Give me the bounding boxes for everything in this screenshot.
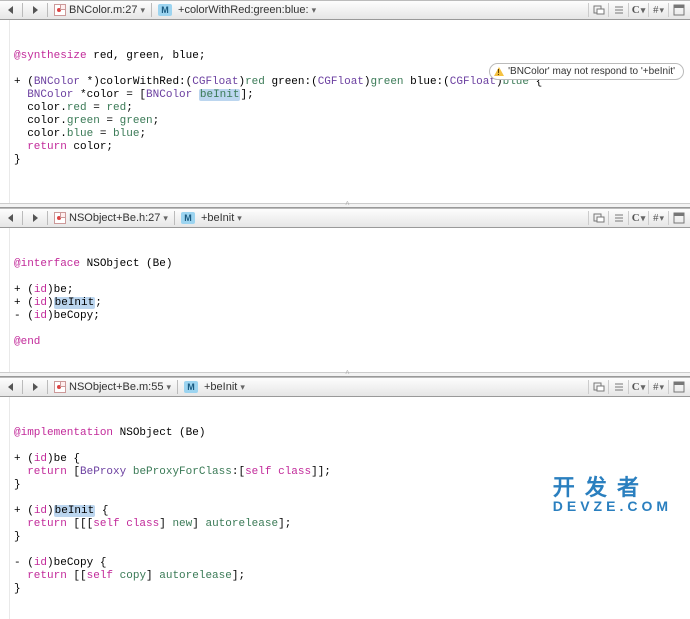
split-button[interactable] — [668, 380, 688, 394]
gutter[interactable] — [0, 228, 10, 372]
file-label: BNColor.m:27 — [69, 4, 137, 16]
warning-text: 'BNColor' may not respond to '+beInit' — [508, 65, 675, 78]
editor-pane-1: BNColor.m:27 ▾ M +colorWithRed:green:blu… — [0, 0, 690, 208]
method-label: +beInit — [201, 212, 234, 224]
objc-m-file-icon — [54, 4, 66, 16]
method-label: +beInit — [204, 381, 237, 393]
counterparts-button[interactable]: C▾ — [628, 3, 648, 17]
issues-button[interactable]: #▾ — [648, 3, 668, 17]
objc-h-file-icon — [54, 212, 66, 224]
objc-m-file-icon — [54, 381, 66, 393]
warning-bubble[interactable]: 'BNColor' may not respond to '+beInit' — [489, 63, 684, 80]
jump-bar: BNColor.m:27 ▾ M +colorWithRed:green:blu… — [0, 0, 690, 20]
code-editor[interactable]: @interface NSObject (Be) + (id)be; + (id… — [0, 228, 690, 372]
previous-issue-button[interactable] — [608, 380, 628, 394]
method-crumb[interactable]: M +beInit ▾ — [182, 381, 247, 393]
editor-pane-3: NSObject+Be.m:55 ▾ M +beInit ▾ C▾ #▾ @im… — [0, 377, 690, 619]
file-crumb[interactable]: BNColor.m:27 ▾ — [52, 4, 147, 16]
previous-issue-button[interactable] — [608, 211, 628, 225]
related-items-button[interactable] — [588, 3, 608, 17]
file-crumb[interactable]: NSObject+Be.m:55 ▾ — [52, 381, 173, 393]
forward-button[interactable] — [28, 380, 42, 394]
editor-pane-2: NSObject+Be.h:27 ▾ M +beInit ▾ C▾ #▾ @in… — [0, 208, 690, 377]
gutter[interactable] — [0, 397, 10, 619]
counterparts-button[interactable]: C▾ — [628, 211, 648, 225]
method-crumb[interactable]: M +colorWithRed:green:blue: ▾ — [156, 4, 318, 16]
previous-issue-button[interactable] — [608, 3, 628, 17]
pane-resize-handle[interactable] — [0, 372, 690, 376]
selected-symbol[interactable]: beInit — [199, 89, 241, 101]
method-badge-icon: M — [184, 381, 198, 393]
selected-symbol[interactable]: beInit — [54, 505, 96, 517]
counterparts-button[interactable]: C▾ — [628, 380, 648, 394]
split-button[interactable] — [668, 211, 688, 225]
code-editor[interactable]: @synthesize red, green, blue; + (BNColor… — [0, 20, 690, 203]
gutter[interactable] — [0, 20, 10, 203]
related-items-button[interactable] — [588, 211, 608, 225]
file-crumb[interactable]: NSObject+Be.h:27 ▾ — [52, 212, 170, 224]
jump-bar: NSObject+Be.h:27 ▾ M +beInit ▾ C▾ #▾ — [0, 208, 690, 228]
selected-symbol[interactable]: beInit — [54, 297, 96, 309]
forward-button[interactable] — [28, 211, 42, 225]
related-items-button[interactable] — [588, 380, 608, 394]
code-editor[interactable]: @implementation NSObject (Be) + (id)be {… — [0, 397, 690, 619]
back-button[interactable] — [3, 211, 17, 225]
warning-icon — [494, 67, 504, 76]
jump-bar: NSObject+Be.m:55 ▾ M +beInit ▾ C▾ #▾ — [0, 377, 690, 397]
file-label: NSObject+Be.h:27 — [69, 212, 160, 224]
back-button[interactable] — [3, 3, 17, 17]
method-badge-icon: M — [181, 212, 195, 224]
method-label: +colorWithRed:green:blue: — [178, 4, 309, 16]
forward-button[interactable] — [28, 3, 42, 17]
method-crumb[interactable]: M +beInit ▾ — [179, 212, 244, 224]
method-badge-icon: M — [158, 4, 172, 16]
issues-button[interactable]: #▾ — [648, 380, 668, 394]
file-label: NSObject+Be.m:55 — [69, 381, 163, 393]
split-button[interactable] — [668, 3, 688, 17]
pane-resize-handle[interactable] — [0, 203, 690, 207]
issues-button[interactable]: #▾ — [648, 211, 668, 225]
back-button[interactable] — [3, 380, 17, 394]
